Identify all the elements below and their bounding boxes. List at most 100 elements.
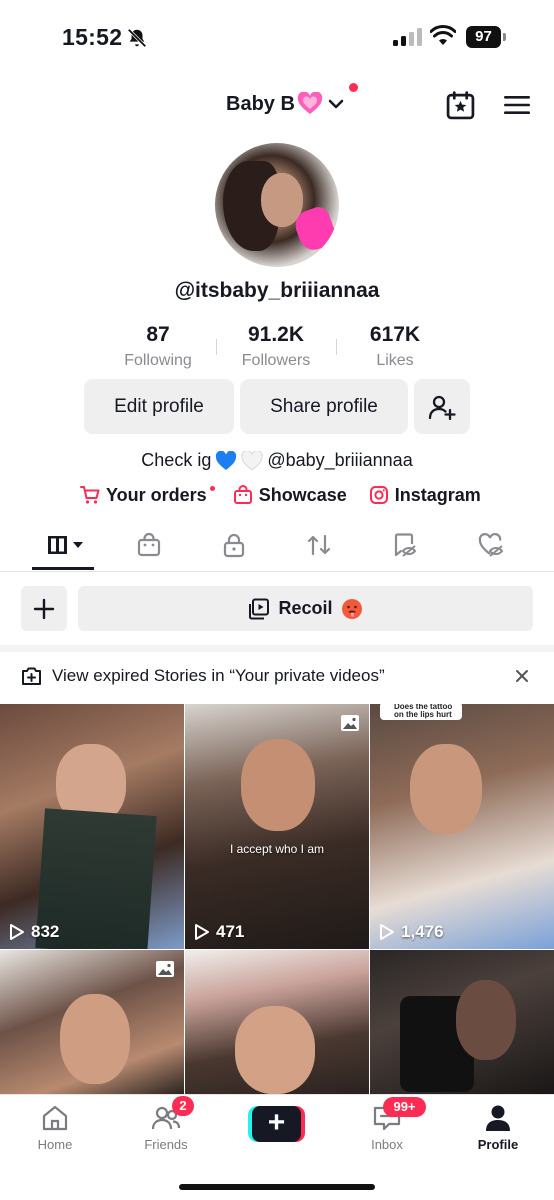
your-orders-link[interactable]: Your orders: [80, 484, 215, 506]
thumb-face: [410, 744, 482, 834]
video-thumbnail[interactable]: [0, 950, 184, 1094]
home-icon: [42, 1105, 68, 1131]
nav-friends[interactable]: Friends: [126, 1103, 206, 1152]
create-button[interactable]: +: [248, 1106, 305, 1142]
add-friends-button[interactable]: [414, 379, 470, 434]
nav-profile-label: Profile: [477, 1137, 519, 1152]
play-icon: [195, 924, 209, 940]
bell-off-icon: [127, 28, 147, 48]
thumb-face: [60, 994, 130, 1084]
edit-profile-button[interactable]: Edit profile: [84, 379, 234, 434]
status-time: 15:52: [62, 24, 123, 50]
stat-divider: [336, 339, 337, 355]
lock-icon: [223, 533, 245, 558]
instagram-link[interactable]: Instagram: [369, 485, 481, 506]
view-count-value: 832: [31, 922, 60, 941]
view-count: 832: [9, 922, 59, 942]
add-content-button[interactable]: [21, 586, 67, 631]
nav-profile[interactable]: Profile: [458, 1103, 538, 1152]
friends-badge: 2: [172, 1096, 194, 1116]
status-bar: 15:52 97: [0, 0, 554, 70]
stat-followers[interactable]: 91.2K Followers: [217, 322, 335, 372]
shopping-bag-icon: [233, 485, 252, 504]
bio-mention[interactable]: @baby_briiiannaa: [267, 450, 412, 471]
thumb-face: [456, 980, 516, 1060]
video-thumbnail[interactable]: Does the tattoo on the lips hurt 1,476: [370, 704, 554, 949]
profile-links: Your orders Showcase Instagram: [80, 481, 481, 509]
inbox-badge: 99+: [383, 1097, 426, 1117]
hidden-favorites-icon: [394, 533, 417, 557]
stories-banner-text: View expired Stories in “Your private vi…: [52, 666, 385, 685]
profile-header: Baby B: [0, 80, 554, 128]
instagram-icon: [369, 486, 388, 504]
creator-calendar-icon[interactable]: [446, 91, 475, 120]
nav-inbox-label: Inbox: [371, 1137, 403, 1152]
stat-following[interactable]: 87 Following: [96, 322, 220, 372]
battery-indicator: 97: [466, 26, 506, 48]
tab-videos[interactable]: [42, 527, 88, 563]
comment-reply-sticker: Does the tattoo on the lips hurt: [380, 704, 462, 720]
tabs-divider: [0, 571, 554, 572]
profile-handle: @itsbaby_briiiannaa: [174, 279, 380, 302]
video-caption: I accept who I am: [229, 842, 325, 856]
stat-value: 617K: [369, 323, 421, 346]
profile-bio: Check ig @baby_briiiannaa: [0, 450, 554, 471]
tab-reposts[interactable]: [304, 527, 334, 563]
grid-icon: [48, 536, 83, 554]
recoil-button[interactable]: Recoil: [78, 586, 533, 631]
showcase-link[interactable]: Showcase: [233, 485, 347, 506]
account-switcher[interactable]: Baby B: [226, 89, 345, 119]
bio-text: Check ig: [141, 450, 212, 470]
thumb-face: [235, 1006, 315, 1094]
tab-favorites[interactable]: [389, 527, 419, 563]
video-thumbnail[interactable]: I accept who I am 471: [185, 704, 369, 949]
hot-face-emoji-icon: [341, 598, 362, 619]
photo-icon: [156, 961, 174, 977]
notification-dot: [349, 83, 358, 92]
nav-home-label: Home: [37, 1137, 73, 1152]
stories-add-icon: [22, 667, 41, 685]
play-icon: [380, 924, 394, 940]
your-orders-label: Your orders: [106, 484, 207, 505]
recoil-label: Recoil: [278, 598, 333, 618]
video-thumbnail[interactable]: [185, 950, 369, 1094]
profile-avatar[interactable]: [215, 143, 339, 267]
orders-notification-dot: [209, 485, 215, 491]
add-user-icon: [428, 395, 456, 420]
tab-liked[interactable]: [476, 527, 506, 563]
stat-label: Followers: [241, 352, 311, 369]
battery-level: 97: [466, 26, 501, 48]
view-count: 1,476: [379, 922, 444, 942]
recap-icon: [249, 598, 270, 619]
account-name: Baby B: [226, 92, 295, 115]
home-indicator: [179, 1184, 375, 1190]
nav-friends-label: Friends: [144, 1137, 188, 1152]
active-tab-indicator: [32, 567, 94, 570]
plus-icon: [33, 598, 55, 619]
play-icon: [10, 924, 24, 940]
white-heart-icon: [241, 450, 263, 471]
view-count-value: 1,476: [401, 922, 444, 941]
cart-icon: [80, 486, 100, 504]
share-profile-button[interactable]: Share profile: [240, 379, 408, 434]
video-grid: 832 I accept who I am 471 Does the tatto…: [0, 704, 554, 1094]
wifi-icon: [430, 25, 456, 45]
stat-value: 87: [146, 323, 170, 346]
view-count-value: 471: [216, 922, 245, 941]
tab-shop[interactable]: [134, 527, 164, 563]
nav-home[interactable]: Home: [15, 1103, 95, 1152]
expired-stories-banner[interactable]: View expired Stories in “Your private vi…: [0, 657, 554, 695]
instagram-label: Instagram: [394, 484, 481, 505]
stat-label: Following: [124, 352, 192, 369]
menu-icon[interactable]: [504, 95, 530, 115]
shopping-bag-icon: [137, 532, 161, 557]
blue-heart-icon: [216, 450, 237, 470]
video-thumbnail[interactable]: [370, 950, 554, 1094]
profile-tabs: [0, 527, 554, 571]
video-thumbnail[interactable]: 832: [0, 704, 184, 949]
tab-private[interactable]: [219, 527, 249, 563]
stat-likes[interactable]: 617K Likes: [341, 322, 449, 372]
close-icon[interactable]: [514, 668, 530, 684]
signal-icon: [393, 28, 422, 46]
repost-icon: [307, 534, 331, 556]
